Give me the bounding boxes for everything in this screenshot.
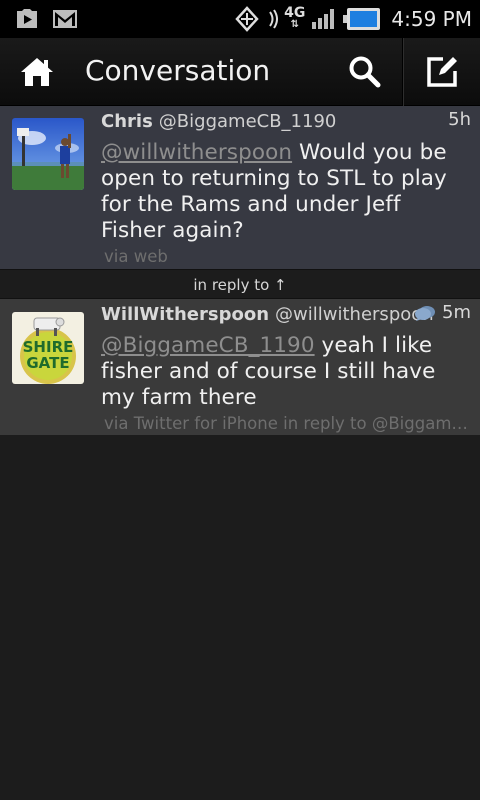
basketball-player-photo xyxy=(12,118,84,190)
author-name: Chris xyxy=(101,111,153,132)
tweet-source: via Twitter for iPhone in reply to @Bigg… xyxy=(104,414,474,433)
avatar[interactable]: SHIRE GATE xyxy=(12,312,84,384)
mention-link[interactable]: @willwitherspoon xyxy=(101,140,292,165)
tweet-body: @willwitherspoon Would you be open to re… xyxy=(101,140,468,244)
status-bar: 4G ⇅ 4:59 PM xyxy=(0,0,480,38)
compose-button[interactable] xyxy=(410,48,474,96)
page-title: Conversation xyxy=(85,54,271,87)
mention-link[interactable]: @BiggameCB_1190 xyxy=(101,333,315,358)
tweet-item[interactable]: Chris @BiggameCB_1190 5h @willwitherspoon… xyxy=(0,106,480,269)
in-reply-to-bar[interactable]: in reply to ↑ xyxy=(0,269,480,299)
action-bar: Conversation xyxy=(0,38,480,106)
action-divider xyxy=(402,38,404,106)
tweet-body: @BiggameCB_1190 yeah I like fisher and o… xyxy=(101,333,468,411)
vibrate-icon xyxy=(269,9,279,29)
signal-icon xyxy=(312,9,335,29)
lte-icon: 4G ⇅ xyxy=(284,6,305,31)
battery-icon xyxy=(343,8,381,30)
search-button[interactable] xyxy=(334,48,396,96)
author-name: WillWitherspoon xyxy=(101,304,270,325)
avatar[interactable] xyxy=(12,118,84,190)
search-icon xyxy=(349,56,381,88)
play-store-icon xyxy=(17,9,37,28)
home-icon xyxy=(21,58,53,86)
conversation-bubble-icon xyxy=(415,305,435,321)
tweet-source: via web xyxy=(104,247,168,266)
tweet-age: 5h xyxy=(448,109,471,130)
tweet-author[interactable]: Chris @BiggameCB_1190 xyxy=(101,111,336,132)
status-left-icons xyxy=(14,7,78,31)
sync-icon xyxy=(235,6,259,32)
home-button[interactable] xyxy=(14,52,60,92)
author-handle: @willwitherspoon xyxy=(275,304,434,325)
clock: 4:59 PM xyxy=(391,7,472,31)
compose-icon xyxy=(427,57,457,87)
tweet-item[interactable]: SHIRE GATE WillWitherspoon @willwitherspo… xyxy=(0,299,480,435)
status-right-icons: 4G ⇅ 4:59 PM xyxy=(232,4,472,34)
tweet-age-text: 5h xyxy=(448,109,471,130)
svg-text:GATE: GATE xyxy=(26,354,69,372)
tweet-age-text: 5m xyxy=(442,302,471,323)
gmail-icon xyxy=(53,10,77,28)
author-handle: @BiggameCB_1190 xyxy=(158,111,337,132)
tweet-author[interactable]: WillWitherspoon @willwitherspoon xyxy=(101,304,434,325)
shire-gate-logo: SHIRE GATE xyxy=(12,312,84,384)
in-reply-to-label: in reply to ↑ xyxy=(193,276,287,294)
tweet-age: 5m xyxy=(414,302,471,323)
